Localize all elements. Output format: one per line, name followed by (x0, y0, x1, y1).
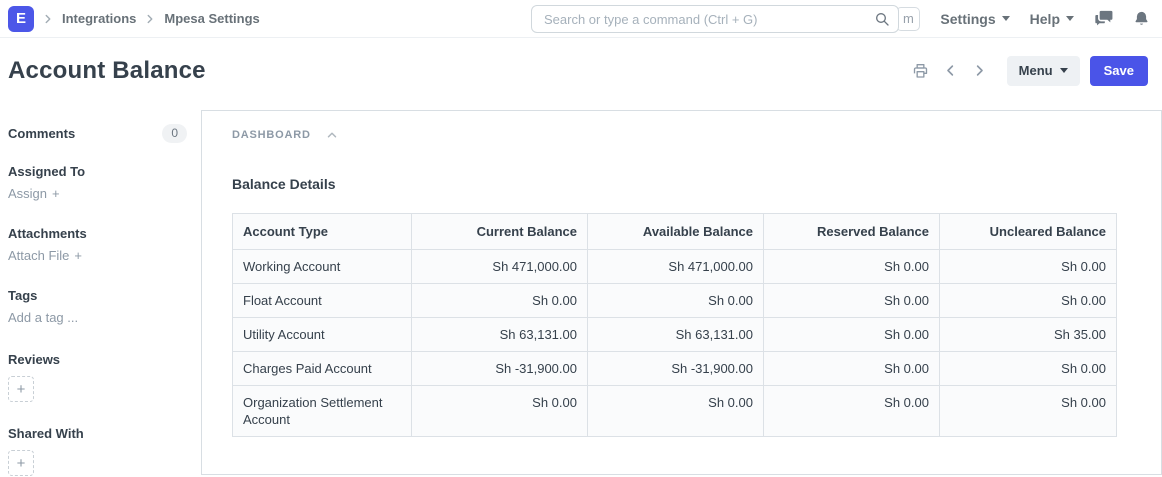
comments-label: Comments (8, 126, 75, 141)
breadcrumb-mpesa-settings[interactable]: Mpesa Settings (164, 11, 259, 26)
chevron-down-icon (1060, 68, 1068, 73)
table-header-row: Account Type Current Balance Available B… (233, 214, 1117, 250)
cell-account-type: Charges Paid Account (233, 352, 412, 386)
global-search (531, 5, 899, 33)
cell-current-balance: Sh 63,131.00 (412, 318, 588, 352)
form-body: DASHBOARD Balance Details Account Type C… (201, 110, 1162, 475)
chat-icon[interactable] (1094, 10, 1113, 27)
table-row: Charges Paid Account Sh -31,900.00 Sh -3… (233, 352, 1117, 386)
chevron-right-icon (41, 12, 55, 26)
cell-uncleared-balance: Sh 0.00 (940, 352, 1117, 386)
cell-account-type: Working Account (233, 250, 412, 284)
attachments-label: Attachments (8, 226, 187, 241)
cell-reserved-balance: Sh 0.00 (764, 318, 940, 352)
cell-account-type: Utility Account (233, 318, 412, 352)
chevron-up-icon (325, 128, 339, 142)
cell-current-balance: Sh 0.00 (412, 284, 588, 318)
navbar-right: m Settings Help (896, 7, 1150, 31)
comments-count-badge: 0 (162, 124, 187, 143)
shared-with-label: Shared With (8, 426, 187, 441)
cell-reserved-balance: Sh 0.00 (764, 386, 940, 437)
dashboard-section-toggle[interactable]: DASHBOARD (232, 128, 1131, 142)
menu-button[interactable]: Menu (1007, 56, 1080, 86)
sidebar-section-attachments: Attachments Attach File + (8, 226, 187, 265)
help-menu[interactable]: Help (1030, 11, 1074, 27)
table-row: Organization Settlement Account Sh 0.00 … (233, 386, 1117, 437)
help-menu-label: Help (1030, 11, 1060, 27)
settings-menu[interactable]: Settings (940, 11, 1009, 27)
cell-current-balance: Sh 471,000.00 (412, 250, 588, 284)
form-sidebar: Comments 0 Assigned To Assign + Attachme… (0, 103, 201, 476)
cell-available-balance: Sh 471,000.00 (588, 250, 764, 284)
table-row: Float Account Sh 0.00 Sh 0.00 Sh 0.00 Sh… (233, 284, 1117, 318)
cell-uncleared-balance: Sh 0.00 (940, 284, 1117, 318)
assigned-to-label: Assigned To (8, 164, 187, 179)
save-button[interactable]: Save (1090, 56, 1148, 86)
col-available-balance: Available Balance (588, 214, 764, 250)
cell-available-balance: Sh 0.00 (588, 284, 764, 318)
tags-label: Tags (8, 288, 187, 303)
balance-details-title: Balance Details (232, 176, 1131, 192)
cell-current-balance: Sh -31,900.00 (412, 352, 588, 386)
add-tag-input[interactable]: Add a tag ... (8, 310, 78, 325)
cell-reserved-balance: Sh 0.00 (764, 284, 940, 318)
notifications-bell-icon[interactable] (1133, 10, 1150, 28)
table-row: Utility Account Sh 63,131.00 Sh 63,131.0… (233, 318, 1117, 352)
add-share-button[interactable]: + (8, 450, 34, 476)
dashboard-label: DASHBOARD (232, 129, 311, 141)
cell-available-balance: Sh -31,900.00 (588, 352, 764, 386)
table-row: Working Account Sh 471,000.00 Sh 471,000… (233, 250, 1117, 284)
prev-record-icon[interactable] (941, 61, 960, 80)
app-window: E Integrations Mpesa Settings m Settings… (0, 0, 1162, 477)
print-icon[interactable] (910, 61, 931, 81)
navbar: E Integrations Mpesa Settings m Settings… (0, 0, 1162, 38)
app-logo[interactable]: E (8, 6, 34, 32)
col-uncleared-balance: Uncleared Balance (940, 214, 1117, 250)
sidebar-item-comments[interactable]: Comments 0 (8, 124, 187, 143)
sidebar-section-reviews: Reviews + (8, 352, 187, 402)
sidebar-section-assigned-to: Assigned To Assign + (8, 164, 187, 203)
cell-reserved-balance: Sh 0.00 (764, 250, 940, 284)
assign-button[interactable]: Assign + (8, 186, 60, 201)
cell-uncleared-balance: Sh 0.00 (940, 250, 1117, 284)
cell-reserved-balance: Sh 0.00 (764, 352, 940, 386)
attach-file-label: Attach File (8, 248, 69, 263)
sidebar-section-tags: Tags Add a tag ... (8, 288, 187, 327)
sidebar-section-shared-with: Shared With + (8, 426, 187, 476)
chevron-down-icon (1002, 16, 1010, 21)
col-reserved-balance: Reserved Balance (764, 214, 940, 250)
cell-available-balance: Sh 0.00 (588, 386, 764, 437)
reviews-label: Reviews (8, 352, 187, 367)
cell-available-balance: Sh 63,131.00 (588, 318, 764, 352)
settings-menu-label: Settings (940, 11, 995, 27)
chevron-right-icon (143, 12, 157, 26)
plus-icon: + (74, 248, 82, 263)
user-avatar[interactable]: m (896, 7, 920, 31)
breadcrumb-integrations[interactable]: Integrations (62, 11, 136, 26)
assign-label: Assign (8, 186, 47, 201)
col-current-balance: Current Balance (412, 214, 588, 250)
page-actions: Menu Save (910, 56, 1148, 86)
page-head: Account Balance Menu Save (0, 38, 1162, 103)
next-record-icon[interactable] (970, 61, 989, 80)
cell-uncleared-balance: Sh 35.00 (940, 318, 1117, 352)
cell-current-balance: Sh 0.00 (412, 386, 588, 437)
search-icon[interactable] (874, 11, 890, 27)
chevron-down-icon (1066, 16, 1074, 21)
menu-button-label: Menu (1019, 63, 1053, 78)
content: Comments 0 Assigned To Assign + Attachme… (0, 103, 1162, 476)
attach-file-button[interactable]: Attach File + (8, 248, 82, 263)
search-input[interactable] (531, 5, 899, 33)
col-account-type: Account Type (233, 214, 412, 250)
cell-account-type: Float Account (233, 284, 412, 318)
balance-table: Account Type Current Balance Available B… (232, 213, 1117, 437)
plus-icon: + (52, 186, 60, 201)
cell-account-type: Organization Settlement Account (233, 386, 412, 437)
cell-uncleared-balance: Sh 0.00 (940, 386, 1117, 437)
page-title: Account Balance (8, 57, 206, 85)
add-review-button[interactable]: + (8, 376, 34, 402)
